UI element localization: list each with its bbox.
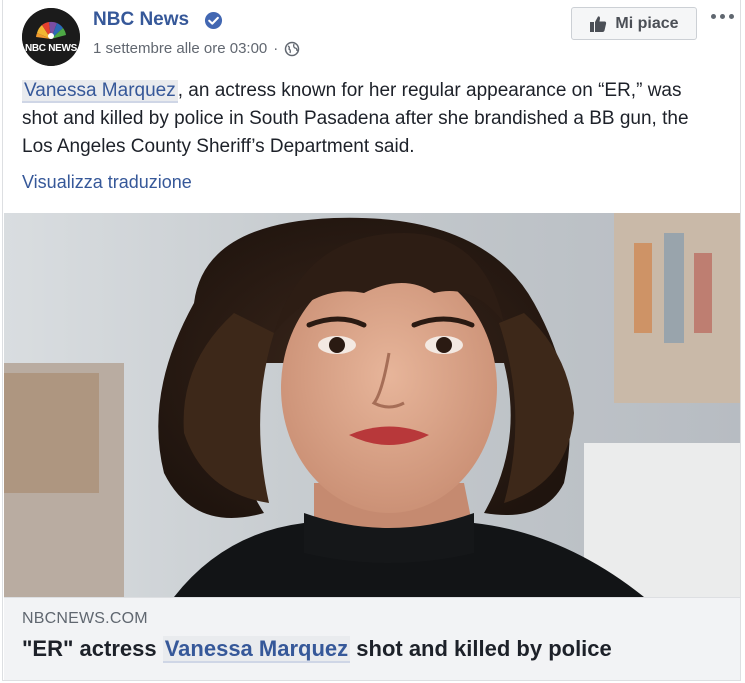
link-preview-image[interactable] <box>4 213 740 597</box>
like-page-button[interactable]: Mi piace <box>571 7 697 40</box>
meta-separator: · <box>273 40 279 57</box>
page-name-link[interactable]: NBC News <box>93 9 189 31</box>
post-timestamp-link[interactable]: 1 settembre alle ore 03:00 <box>93 40 267 57</box>
ellipsis-icon[interactable] <box>707 6 737 26</box>
page-avatar[interactable]: NBC NEWS <box>22 8 80 66</box>
dot <box>719 13 725 19</box>
feed-post: NBC NEWS NBC News 1 settembre alle ore 0… <box>2 0 741 681</box>
verified-badge-icon <box>204 11 223 30</box>
link-title-mention[interactable]: Vanessa Marquez <box>162 636 351 663</box>
post-meta: 1 settembre alle ore 03:00 · <box>93 40 300 57</box>
see-translation-link[interactable]: Visualizza traduzione <box>22 172 192 193</box>
post-message: Vanessa Marquez, an actress known for he… <box>22 77 722 161</box>
globe-icon[interactable] <box>284 41 300 57</box>
link-domain: NBCNEWS.COM <box>22 610 148 627</box>
link-title-end: shot and killed by police <box>350 636 612 661</box>
link-preview-footer[interactable]: NBCNEWS.COM "ER" actress Vanessa Marquez… <box>4 597 740 680</box>
link-title[interactable]: "ER" actress Vanessa Marquez shot and ki… <box>22 636 612 663</box>
portrait-photo <box>4 213 740 597</box>
dot <box>710 13 716 19</box>
nbc-peacock-logo-icon <box>22 8 80 66</box>
thumbs-up-icon <box>590 15 607 32</box>
mention-link[interactable]: Vanessa Marquez <box>22 80 178 103</box>
dot <box>728 13 734 19</box>
link-title-start: "ER" actress <box>22 636 163 661</box>
like-button-label: Mi piace <box>615 14 679 32</box>
avatar-text: NBC NEWS <box>24 43 78 54</box>
